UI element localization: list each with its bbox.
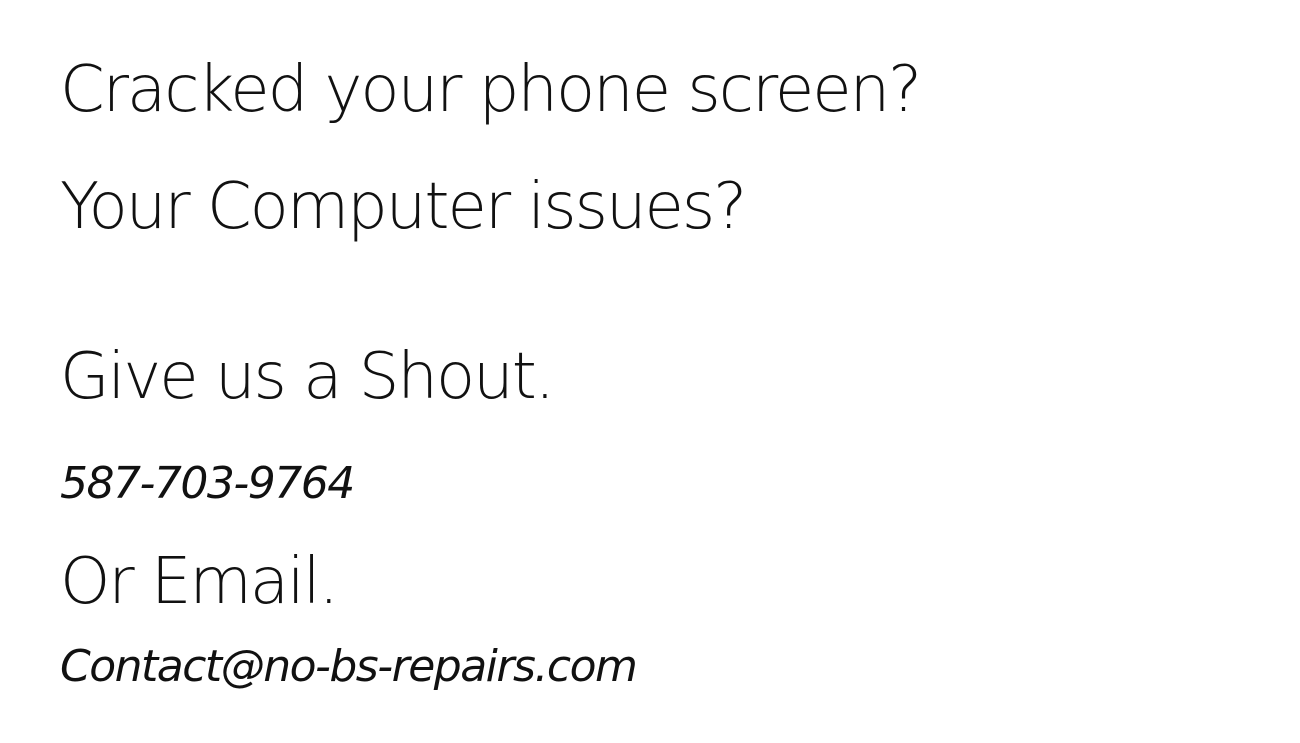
heading-or-email: Or Email. [60,545,339,619]
phone-number-link[interactable]: 587-703-9764 [60,462,355,506]
headline-cracked-phone-screen: Cracked your phone screen? [60,53,922,127]
email-address-link[interactable]: Contact@no-bs-repairs.com [60,645,638,689]
heading-give-us-a-shout: Give us a Shout. [60,340,555,414]
headline-computer-issues: Your Computer issues? [60,170,747,244]
